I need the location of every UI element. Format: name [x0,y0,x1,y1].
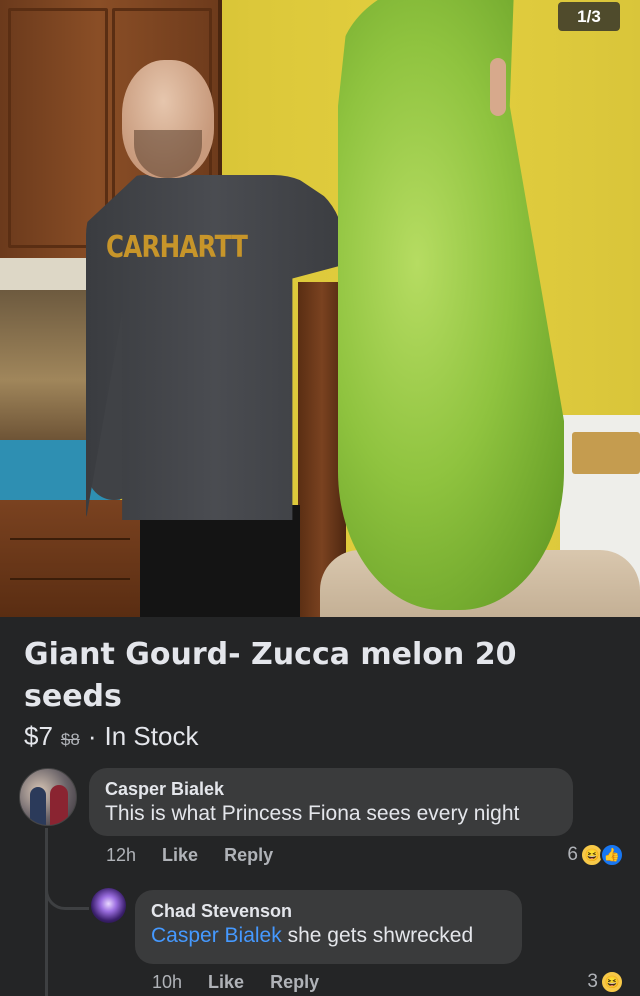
comment-bubble: Chad Stevenson Casper Bialek she gets sh… [135,890,522,964]
separator: · [87,721,97,751]
like-button[interactable]: Like [208,972,244,993]
reaction-summary[interactable]: 6 😆 👍 [567,843,624,867]
photo-hand [490,58,506,116]
photo-man-pants [140,505,300,617]
drawer-line [10,538,130,540]
avatar[interactable] [19,768,77,826]
thread-connector [45,880,89,910]
photo-counter-badge: 1/3 [558,2,620,31]
comment-mention[interactable]: Casper Bialek [151,924,282,947]
comment-actions: 10h Like Reply [152,972,319,993]
shirt-logo: CARHARTT [106,230,248,265]
listing-price: $7 [24,721,53,751]
comment-author[interactable]: Chad Stevenson [151,900,506,922]
thread-line [45,828,48,996]
photo-box [572,432,640,474]
avatar-figure [50,785,68,825]
comment-time[interactable]: 10h [152,972,182,993]
like-icon: 👍 [600,843,624,867]
comment-text-body: she gets shwrecked [281,924,474,947]
comment-text: This is what Princess Fiona sees every n… [105,802,520,825]
comment-text: Casper Bialek she gets shwrecked [151,922,506,950]
reaction-summary[interactable]: 3 😆 [587,970,624,994]
listing-availability: In Stock [104,721,199,751]
cabinet-panel [8,8,108,248]
like-button[interactable]: Like [162,845,198,866]
comment-time[interactable]: 12h [106,845,136,866]
photo-backsplash [0,290,100,440]
price-row: $7 $8 · In Stock [24,721,198,752]
comment-author[interactable]: Casper Bialek [105,778,557,800]
haha-icon: 😆 [600,970,624,994]
drawer-line [10,578,130,580]
listing-photo[interactable]: CARHARTT 1/3 [0,0,640,617]
comment-actions: 12h Like Reply [106,845,273,866]
reaction-count: 6 [567,844,578,865]
listing-old-price: $8 [60,730,80,749]
comment-bubble: Casper Bialek This is what Princess Fion… [89,768,573,836]
reaction-count: 3 [587,971,598,992]
reply-button[interactable]: Reply [224,845,273,866]
listing-title: Giant Gourd- Zucca melon 20 seeds [24,637,517,714]
avatar-figure [30,787,46,825]
avatar[interactable] [91,888,126,923]
reply-button[interactable]: Reply [270,972,319,993]
